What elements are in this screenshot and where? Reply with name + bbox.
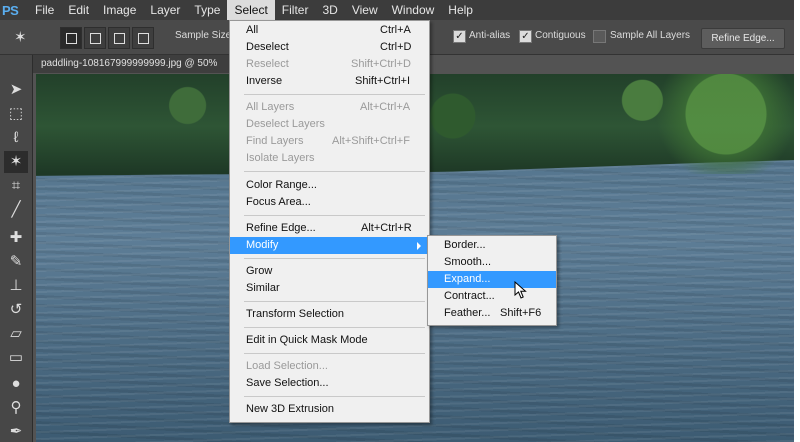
photoshop-window: PS File Edit Image Layer Type Select Fil… — [0, 0, 794, 442]
tools-panel: ➤ ⬚ ℓ ✶ ⌗ ╱ ✚ ✎ ⊥ ↺ ▱ ▭ ● ⚲ ✒ — [0, 55, 33, 442]
menu-item-transform-selection[interactable]: Transform Selection — [230, 306, 429, 323]
dodge-icon[interactable]: ⚲ — [4, 397, 28, 419]
menu-image[interactable]: Image — [96, 0, 143, 20]
submenu-item-border[interactable]: Border... — [428, 237, 556, 254]
sample-all-layers-label: Sample All Layers — [610, 30, 691, 41]
sample-size-label: Sample Size — [175, 30, 232, 41]
menu-item-save-selection[interactable]: Save Selection... — [230, 375, 429, 392]
menu-separator — [244, 396, 425, 397]
submenu-item-feather[interactable]: Feather... Shift+F6 — [428, 305, 556, 322]
menu-item-quick-mask[interactable]: Edit in Quick Mask Mode — [230, 332, 429, 349]
menu-3d[interactable]: 3D — [315, 0, 344, 20]
menu-item-deselect-layers[interactable]: Deselect Layers — [230, 116, 429, 133]
marquee-icon[interactable]: ⬚ — [4, 103, 28, 125]
menu-file[interactable]: File — [28, 0, 61, 20]
blur-icon[interactable]: ● — [4, 373, 28, 395]
subtract-from-selection-icon[interactable] — [108, 27, 130, 49]
menu-separator — [244, 94, 425, 95]
anti-alias-checkbox[interactable]: ✓ — [453, 30, 466, 43]
gradient-icon[interactable]: ▭ — [4, 347, 28, 369]
eyedropper-icon[interactable]: ╱ — [4, 199, 28, 221]
lasso-icon[interactable]: ℓ — [4, 127, 28, 149]
menu-item-focus-area[interactable]: Focus Area... — [230, 194, 429, 211]
menu-item-inverse[interactable]: Inverse Shift+Ctrl+I — [230, 73, 429, 90]
contiguous-checkbox[interactable]: ✓ — [519, 30, 532, 43]
menu-layer[interactable]: Layer — [143, 0, 187, 20]
menu-item-similar[interactable]: Similar — [230, 280, 429, 297]
app-logo: PS — [2, 2, 19, 18]
document-tab[interactable]: paddling-108167999999999.jpg @ 50% — [33, 55, 241, 73]
clone-stamp-icon[interactable]: ⊥ — [4, 275, 28, 297]
menu-select[interactable]: Select — [227, 0, 275, 20]
menu-item-load-selection[interactable]: Load Selection... — [230, 358, 429, 375]
submenu-item-smooth[interactable]: Smooth... — [428, 254, 556, 271]
menu-item-all[interactable]: All Ctrl+A — [230, 22, 429, 39]
menu-separator — [244, 327, 425, 328]
refine-edge-button[interactable]: Refine Edge... — [701, 28, 785, 49]
menu-item-modify[interactable]: Modify — [230, 237, 429, 254]
menu-item-reselect[interactable]: Reselect Shift+Ctrl+D — [230, 56, 429, 73]
sample-all-layers-checkbox[interactable] — [593, 30, 606, 43]
submenu-item-contract[interactable]: Contract... — [428, 288, 556, 305]
menu-edit[interactable]: Edit — [61, 0, 96, 20]
menu-item-find-layers[interactable]: Find Layers Alt+Shift+Ctrl+F — [230, 133, 429, 150]
menu-item-new-3d-extrusion[interactable]: New 3D Extrusion — [230, 401, 429, 418]
menu-item-isolate-layers[interactable]: Isolate Layers — [230, 150, 429, 167]
menu-item-deselect[interactable]: Deselect Ctrl+D — [230, 39, 429, 56]
menu-separator — [244, 353, 425, 354]
menu-item-refine-edge[interactable]: Refine Edge... Alt+Ctrl+R — [230, 220, 429, 237]
magic-wand-icon[interactable]: ✶ — [4, 151, 28, 173]
move-icon[interactable]: ➤ — [4, 79, 28, 101]
submenu-item-expand[interactable]: Expand... — [428, 271, 556, 288]
new-selection-icon[interactable] — [60, 27, 82, 49]
menu-window[interactable]: Window — [385, 0, 442, 20]
menubar: PS File Edit Image Layer Type Select Fil… — [0, 0, 794, 20]
crop-icon[interactable]: ⌗ — [4, 175, 28, 197]
menu-filter[interactable]: Filter — [275, 0, 316, 20]
menu-separator — [244, 215, 425, 216]
menu-item-all-layers[interactable]: All Layers Alt+Ctrl+A — [230, 99, 429, 116]
add-to-selection-icon[interactable] — [84, 27, 106, 49]
pen-icon[interactable]: ✒ — [4, 421, 28, 442]
menu-item-grow[interactable]: Grow — [230, 263, 429, 280]
modify-submenu: Border... Smooth... Expand... Contract..… — [427, 235, 557, 326]
menu-separator — [244, 171, 425, 172]
magic-wand-icon[interactable]: ✶ — [14, 29, 32, 47]
submenu-arrow-icon — [417, 242, 421, 250]
eraser-icon[interactable]: ▱ — [4, 323, 28, 345]
contiguous-label: Contiguous — [535, 30, 586, 41]
intersect-selection-icon[interactable] — [132, 27, 154, 49]
healing-brush-icon[interactable]: ✚ — [4, 227, 28, 249]
forest-highlight — [656, 74, 794, 174]
menu-help[interactable]: Help — [441, 0, 480, 20]
anti-alias-label: Anti-alias — [469, 30, 511, 41]
menu-item-color-range[interactable]: Color Range... — [230, 177, 429, 194]
select-menu: All Ctrl+A Deselect Ctrl+D Reselect Shift+C… — [229, 20, 430, 423]
menu-type[interactable]: Type — [187, 0, 227, 20]
brush-icon[interactable]: ✎ — [4, 251, 28, 273]
menu-view[interactable]: View — [345, 0, 385, 20]
menu-separator — [244, 258, 425, 259]
mouse-cursor-icon — [514, 281, 527, 299]
menu-separator — [244, 301, 425, 302]
history-brush-icon[interactable]: ↺ — [4, 299, 28, 321]
